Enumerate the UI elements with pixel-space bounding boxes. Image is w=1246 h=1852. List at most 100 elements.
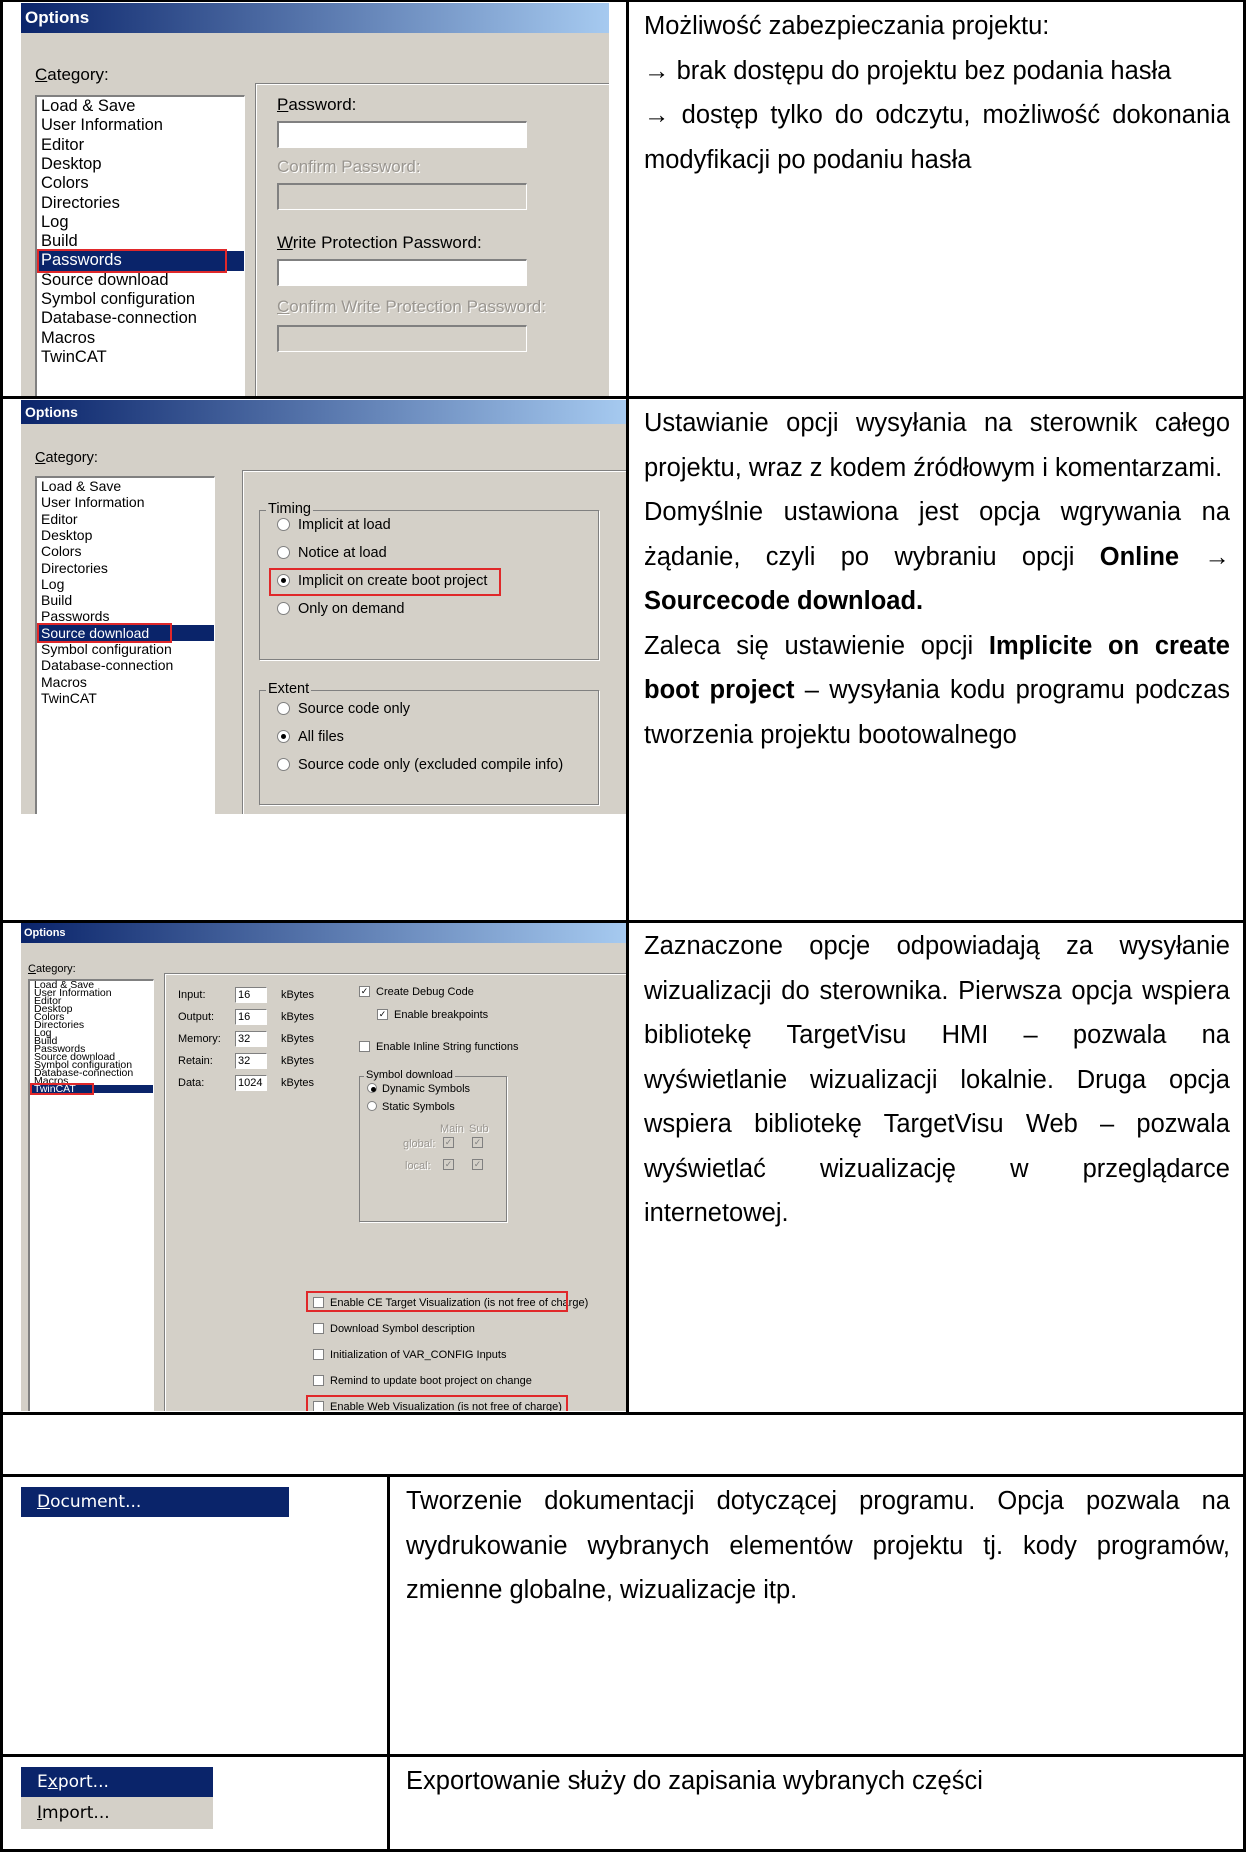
category-item-log[interactable]: Log xyxy=(41,213,69,232)
category-item-colors[interactable]: Colors xyxy=(41,174,89,193)
memory-input-retain[interactable]: 32 xyxy=(235,1053,267,1069)
category-item-database-connection[interactable]: Database-connection xyxy=(41,309,197,328)
static-symbols-radio[interactable]: Static Symbols xyxy=(367,1101,455,1113)
category-item-desktop[interactable]: Desktop xyxy=(41,155,102,174)
dialog-title: Options xyxy=(21,923,626,943)
local-row-label: local: xyxy=(405,1160,431,1172)
menu-item-document[interactable]: Document... xyxy=(21,1487,289,1517)
radio-button-icon xyxy=(277,729,290,743)
highlight-enable-ce xyxy=(306,1291,568,1312)
desc-item: → brak dostępu do projektu bez podania h… xyxy=(644,56,1172,85)
desc-paragraph: Tworzenie dokumentacji dotyczącej progra… xyxy=(406,1487,1230,1604)
category-label: Category: xyxy=(28,963,76,975)
write-protection-input[interactable] xyxy=(277,259,527,286)
desc-paragraph: Zaznaczone opcje odpowiadają za wysyłani… xyxy=(644,932,1230,1227)
timing-radio-only-on-demand[interactable]: Only on demand xyxy=(277,601,404,617)
timing-radio-notice-at-load[interactable]: Notice at load xyxy=(277,545,387,561)
category-item-build[interactable]: Build xyxy=(41,592,72,608)
category-item-twincat[interactable]: TwinCAT xyxy=(41,690,97,706)
radio-button-icon xyxy=(277,601,290,615)
category-label: Category: xyxy=(35,450,98,466)
memory-input-data[interactable]: 1024 xyxy=(235,1075,267,1091)
category-item-directories[interactable]: Directories xyxy=(41,560,108,576)
table-border-left xyxy=(0,0,3,1852)
memory-input-input[interactable]: 16 xyxy=(235,987,267,1003)
password-input[interactable] xyxy=(277,121,527,148)
desc-paragraph: Ustawianie opcji wysyłania na sterownik … xyxy=(644,409,1230,482)
category-item-editor[interactable]: Editor xyxy=(41,136,84,155)
memory-label-retain: Retain: xyxy=(178,1055,213,1067)
global-row-label: global: xyxy=(403,1138,436,1150)
category-item-colors[interactable]: Colors xyxy=(41,543,81,559)
options-dialog-passwords: Options Category: Load & Save User Inform… xyxy=(21,3,609,396)
confirm-write-protection-input[interactable] xyxy=(277,325,527,352)
remind-update-checkbox[interactable]: Remind to update boot project on change xyxy=(313,1374,532,1387)
memory-unit: kBytes xyxy=(281,989,315,1001)
extent-radio-source-code-only-excluded-compile-info[interactable]: Source code only (excluded compile info) xyxy=(277,757,563,773)
confirm-password-input[interactable] xyxy=(277,183,527,210)
category-list[interactable]: Load & Save User Information Editor Desktop… xyxy=(35,95,245,396)
dynamic-symbols-radio[interactable]: Dynamic Symbols xyxy=(367,1083,470,1095)
extent-title: Extent xyxy=(266,681,312,697)
desc-paragraph: Exportowanie służy do zapisania wybranyc… xyxy=(406,1767,983,1795)
radio-button-icon xyxy=(277,757,290,771)
table-row-divider xyxy=(0,1412,1246,1415)
desc-item: → dostęp tylko do odczytu, możliwość dok… xyxy=(644,101,1230,174)
sub-column-header: Sub xyxy=(469,1123,489,1135)
download-symbol-description-checkbox[interactable]: Download Symbol description xyxy=(313,1322,475,1335)
confirm-write-protection-label: Confirm Write Protection Password: xyxy=(277,297,546,316)
init-var-config-checkbox[interactable]: Initialization of VAR_CONFIG Inputs xyxy=(313,1348,506,1361)
category-item-symbol-configuration[interactable]: Symbol configuration xyxy=(41,641,172,657)
document-page: Options Category: Load & Save User Inform… xyxy=(0,0,1246,1852)
category-item-desktop[interactable]: Desktop xyxy=(41,527,92,543)
highlight-selected-option xyxy=(269,568,501,596)
local-main-checkbox[interactable]: ✓ xyxy=(443,1158,460,1171)
category-item-load-save[interactable]: Load & Save xyxy=(41,478,121,494)
highlight-selected-category xyxy=(30,1083,94,1095)
memory-label-data: Data: xyxy=(178,1077,205,1089)
symbol-download-title: Symbol download xyxy=(364,1069,455,1081)
dialog-title: Options xyxy=(21,3,609,33)
category-item-source-download[interactable]: Source download xyxy=(41,271,169,290)
highlight-selected-category xyxy=(37,249,227,273)
global-sub-checkbox[interactable]: ✓ xyxy=(472,1136,489,1149)
create-debug-code-checkbox[interactable]: ✓ Create Debug Code xyxy=(359,985,474,998)
global-main-checkbox[interactable]: ✓ xyxy=(443,1136,460,1149)
memory-label-input: Input: xyxy=(178,989,206,1001)
category-list[interactable]: Load & Save User Information Editor Desktop… xyxy=(28,979,154,1411)
highlight-selected-category xyxy=(37,622,172,643)
memory-input-memory[interactable]: 32 xyxy=(235,1031,267,1047)
desc-paragraph: Zaleca się ustawienie opcji Implicite on… xyxy=(644,631,1230,749)
enable-breakpoints-checkbox[interactable]: ✓ Enable breakpoints xyxy=(377,1008,488,1021)
document-description: Tworzenie dokumentacji dotyczącej progra… xyxy=(394,1477,1242,1751)
dialog-title: Options xyxy=(21,400,626,424)
highlight-enable-web xyxy=(306,1395,568,1411)
category-item-macros[interactable]: Macros xyxy=(41,329,95,348)
category-item-symbol-configuration[interactable]: Symbol configuration xyxy=(41,290,195,309)
category-item-macros[interactable]: Macros xyxy=(41,674,87,690)
main-column-header: Main xyxy=(440,1123,464,1135)
options-dialog-twincat: Options Category: Load & Save User Inform… xyxy=(21,923,626,1411)
passwords-description: Możliwość zabezpieczania projektu: → bra… xyxy=(632,2,1242,392)
options-dialog-source-download: Options Category: Load & Save User Inform… xyxy=(21,400,626,814)
timing-radio-implicit-at-load[interactable]: Implicit at load xyxy=(277,517,391,533)
extent-radio-all-files[interactable]: All files xyxy=(277,729,344,745)
extent-radio-source-code-only[interactable]: Source code only xyxy=(277,701,410,717)
category-item-user-information[interactable]: User Information xyxy=(41,494,144,510)
memory-input-output[interactable]: 16 xyxy=(235,1009,267,1025)
category-item-log[interactable]: Log xyxy=(41,576,64,592)
local-sub-checkbox[interactable]: ✓ xyxy=(472,1158,489,1171)
memory-unit: kBytes xyxy=(281,1077,315,1089)
category-item-load-save[interactable]: Load & Save xyxy=(41,97,136,116)
category-item-database-connection[interactable]: Database-connection xyxy=(41,657,173,673)
category-item-editor[interactable]: Editor xyxy=(41,511,78,527)
category-item-twincat[interactable]: TwinCAT xyxy=(41,348,107,367)
radio-button-icon xyxy=(277,545,290,559)
menu-item-export[interactable]: Export... xyxy=(21,1767,213,1797)
category-item-user-information[interactable]: User Information xyxy=(41,116,163,135)
enable-inline-checkbox[interactable]: Enable Inline String functions xyxy=(359,1040,518,1053)
password-label: Password: xyxy=(277,95,357,114)
category-item-directories[interactable]: Directories xyxy=(41,194,120,213)
menu-item-import[interactable]: Import... xyxy=(21,1797,213,1829)
category-list[interactable]: Load & Save User Information Editor Desktop… xyxy=(35,476,215,814)
